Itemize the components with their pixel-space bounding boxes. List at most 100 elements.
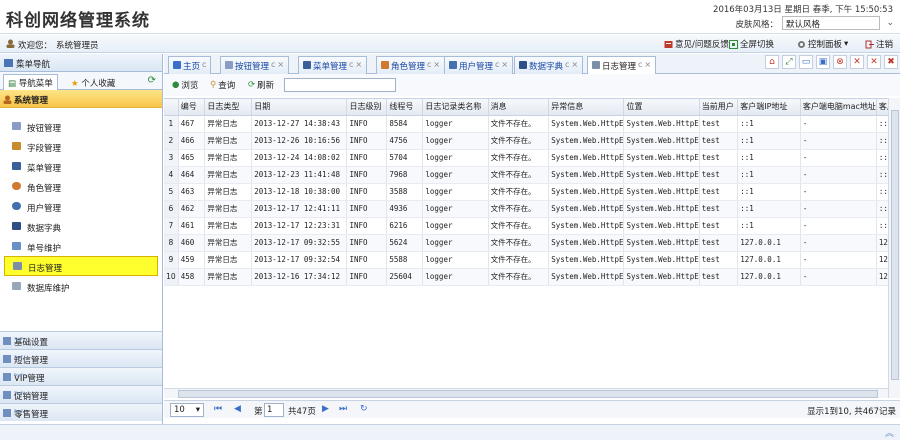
sidebar-item-fields[interactable]: 字段管理 — [0, 136, 162, 156]
group-sms[interactable]: 短信管理 ︾ — [0, 349, 162, 367]
group-vip[interactable]: VIP管理 ︾ — [0, 367, 162, 385]
table-row[interactable]: 6 462 异常日志 2013-12-17 12:41:11 INFO 4936 logge… — [164, 200, 896, 218]
table-row[interactable]: 9 459 异常日志 2013-12-17 09:32:54 INFO 5588 logge… — [164, 251, 896, 269]
vertical-scrollbar[interactable] — [888, 98, 900, 398]
scroll-thumb[interactable] — [891, 110, 899, 380]
tab-buttons[interactable]: 按钮管理 c × — [220, 56, 290, 74]
tab-nav-menu[interactable]: ▤ 导航菜单 — [3, 74, 58, 90]
table-row[interactable]: 1 467 异常日志 2013-12-27 14:38:43 INFO 8584 logge… — [164, 115, 896, 133]
home-icon[interactable]: ⌂ — [765, 55, 779, 69]
table-row[interactable]: 2 466 异常日志 2013-12-26 10:16:56 INFO 4756 logge… — [164, 132, 896, 150]
tab-users[interactable]: 用户管理 c × — [444, 56, 514, 74]
feedback-button[interactable]: 意见/问题反馈 — [664, 38, 729, 50]
window-icon[interactable]: ▭ — [799, 55, 813, 69]
column-header[interactable]: 线程号 — [386, 99, 424, 116]
fullscreen-button[interactable]: 全屏切换 — [729, 38, 774, 50]
table-cell: 异常日志 — [204, 183, 253, 201]
first-page-icon[interactable]: ⏮ — [214, 404, 222, 414]
column-header[interactable]: 客户端电脑mac地址 — [800, 99, 877, 116]
browse-button[interactable]: ● 浏览 — [172, 79, 198, 91]
group-basic-settings[interactable]: 基础设置 ︾ — [0, 331, 162, 349]
table-row[interactable]: 10 458 异常日志 2013-12-16 17:34:12 INFO 25604 log… — [164, 268, 896, 286]
refresh-icon[interactable]: ⟳ — [148, 75, 156, 86]
table-cell: INFO — [346, 149, 388, 167]
scroll-thumb[interactable] — [178, 390, 878, 398]
restore-icon[interactable]: ▣ — [816, 55, 830, 69]
column-header[interactable]: 日志级别 — [346, 99, 388, 116]
close-right-icon[interactable]: ✖ — [884, 55, 898, 69]
horizontal-scrollbar[interactable] — [164, 388, 888, 398]
search-input[interactable] — [284, 78, 396, 92]
sidebar-item-serial-numbers[interactable]: 单号维护 — [0, 236, 162, 256]
sidebar-item-database[interactable]: 数据库维护 — [0, 276, 162, 296]
refresh-button[interactable]: ⟳ 刷新 — [248, 79, 274, 91]
table-cell: 8584 — [386, 115, 424, 133]
chevron-up-icon[interactable]: ︽ — [885, 426, 894, 439]
chevron-up-icon[interactable]: ︽ — [14, 93, 156, 106]
column-header[interactable]: 客户端IP地址 — [737, 99, 801, 116]
query-button[interactable]: ⚲ 查询 — [210, 79, 235, 91]
group-promotions[interactable]: 促销管理 ︾ — [0, 385, 162, 403]
column-header[interactable]: 异常信息 — [548, 99, 625, 116]
sidebar-item-buttons[interactable]: 按钮管理 — [0, 116, 162, 136]
column-header[interactable]: 消息 — [488, 99, 550, 116]
sidebar-item-roles[interactable]: 角色管理 — [0, 176, 162, 196]
skin-select[interactable]: 默认风格 — [782, 16, 880, 30]
table-cell: System.Web.HttpE — [623, 115, 700, 133]
role-icon — [381, 61, 389, 69]
chevron-down-icon[interactable]: ⌄ — [886, 18, 894, 28]
column-header[interactable]: 编号 — [178, 99, 206, 116]
table-row[interactable]: 7 461 异常日志 2013-12-17 12:23:31 INFO 6216 logge… — [164, 217, 896, 235]
column-header[interactable]: 日志记录类名称 — [422, 99, 489, 116]
collapse-icon[interactable]: « — [16, 56, 156, 67]
refresh-icon[interactable]: c — [427, 60, 431, 69]
close-icon[interactable]: × — [355, 60, 362, 69]
refresh-icon[interactable]: c — [202, 60, 206, 69]
sidebar-item-dictionary[interactable]: 数据字典 — [0, 216, 162, 236]
refresh-icon[interactable]: c — [495, 60, 499, 69]
logout-button[interactable]: 注销 — [865, 38, 893, 50]
table-row[interactable]: 3 465 异常日志 2013-12-24 14:08:02 INFO 5704 logge… — [164, 149, 896, 167]
close-others-icon[interactable]: ✕ — [850, 55, 864, 69]
table-row[interactable]: 5 463 异常日志 2013-12-18 10:38:00 INFO 3588 logge… — [164, 183, 896, 201]
page-number-input[interactable]: 1 — [264, 403, 284, 417]
control-panel-button[interactable]: 控制面板 ▾ — [797, 38, 848, 50]
column-header[interactable]: 日期 — [251, 99, 348, 116]
close-left-icon[interactable]: ✕ — [867, 55, 881, 69]
column-header[interactable]: 位置 — [623, 99, 700, 116]
menu-icon — [4, 59, 13, 67]
refresh-icon[interactable]: c — [565, 60, 569, 69]
tab-menus[interactable]: 菜单管理 c × — [298, 56, 368, 74]
group-retail[interactable]: 零售管理 ︾ — [0, 403, 162, 421]
table-cell: 文件不存在。 — [488, 234, 550, 252]
column-header[interactable]: 日志类型 — [204, 99, 253, 116]
close-icon[interactable]: × — [277, 60, 284, 69]
refresh-icon[interactable]: c — [638, 60, 642, 69]
column-header[interactable]: 当前用户 — [699, 99, 739, 116]
tab-logs[interactable]: 日志管理 c × — [587, 56, 657, 75]
tab-home[interactable]: 主页 c — [168, 56, 212, 74]
section-system-management[interactable]: 系统管理 ︽ — [0, 90, 162, 108]
last-page-icon[interactable]: ⏭ — [339, 404, 347, 414]
close-icon[interactable]: × — [571, 60, 578, 69]
prev-page-icon[interactable]: ◀ — [234, 404, 241, 414]
close-icon[interactable]: × — [433, 60, 440, 69]
close-icon[interactable]: × — [501, 60, 508, 69]
next-page-icon[interactable]: ▶ — [322, 404, 329, 414]
refresh-icon[interactable]: c — [271, 60, 275, 69]
sidebar-item-menus[interactable]: 菜单管理 — [0, 156, 162, 176]
refresh-icon[interactable]: c — [349, 60, 353, 69]
close-icon[interactable]: × — [644, 60, 651, 69]
table-row[interactable]: 8 460 异常日志 2013-12-17 09:32:55 INFO 5624 logge… — [164, 234, 896, 252]
close-all-icon[interactable]: ⊗ — [833, 55, 847, 69]
table-row[interactable]: 4 464 异常日志 2013-12-23 11:41:48 INFO 7968 logge… — [164, 166, 896, 184]
sidebar-item-logs[interactable]: 日志管理 — [4, 256, 158, 276]
sidebar-item-users[interactable]: 用户管理 — [0, 196, 162, 216]
tab-roles[interactable]: 角色管理 c × — [376, 56, 446, 74]
tab-dictionary[interactable]: 数据字典 c × — [514, 56, 584, 74]
expand-icon[interactable]: ⤢ — [782, 55, 796, 69]
tab-favorites[interactable]: ★ 个人收藏 — [66, 74, 120, 90]
table-cell: logger — [422, 268, 489, 286]
reload-icon[interactable]: ↻ — [360, 404, 368, 414]
page-size-select[interactable]: 10 ▾ — [170, 403, 204, 417]
